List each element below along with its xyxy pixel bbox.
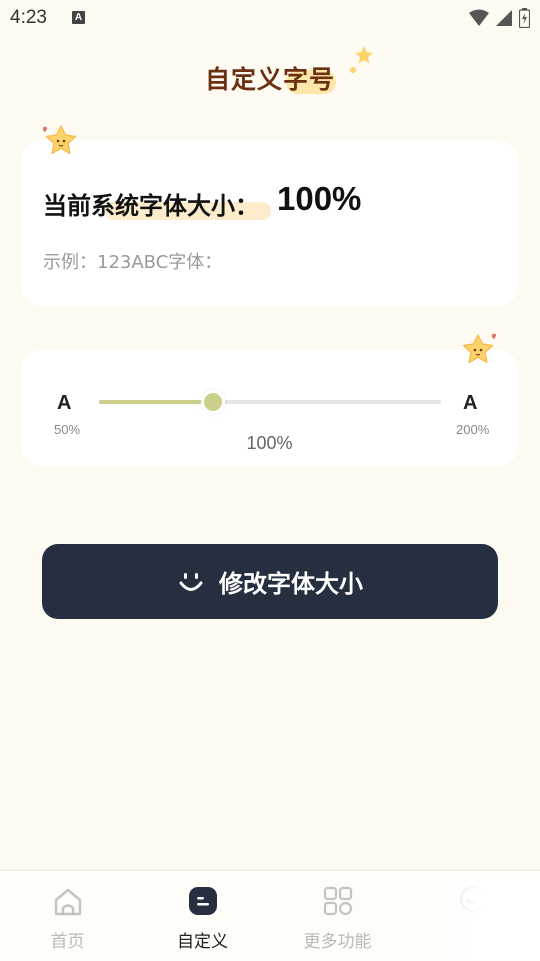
nav-label-more: 更多功能 [303,932,372,952]
slider-fill [99,400,213,404]
signal-icon [496,10,512,26]
small-font-icon: A [57,392,72,414]
grid-icon [323,886,352,916]
sample-text: 示例：123ABC字体： [43,252,223,273]
wifi-icon [469,9,489,26]
customize-icon [188,887,217,915]
change-font-size-label: 修改字体大小 [219,570,363,598]
battery-icon [519,8,530,28]
notification-icon: A [72,11,85,24]
smile-icon [179,572,203,591]
nav-label-customize: 自定义 [177,932,228,952]
nav-fade-overlay [398,880,540,960]
font-size-slider[interactable] [99,390,441,414]
large-font-icon: A [463,392,478,414]
slider-thumb[interactable] [201,390,225,414]
current-size-value: 100% [277,180,362,217]
page-title: 自定义字号 [204,65,335,94]
change-font-size-button[interactable]: 修改字体大小 [42,544,498,619]
nav-label-home: 首页 [50,932,85,952]
sparkle-star-icon [350,46,373,73]
star-mascot-icon [462,333,496,364]
nav-item-customize[interactable]: 自定义 [135,871,270,961]
current-size-label: 当前系统字体大小： [43,192,259,220]
current-size-card: 当前系统字体大小： 100% 示例：123ABC字体： [21,140,518,306]
font-size-slider-card: A 50% A 200% 100% [21,350,518,466]
nav-item-home[interactable]: 首页 [0,871,135,961]
home-icon [54,888,81,916]
status-icons [469,8,530,28]
status-time: 4:23 [10,7,47,28]
status-bar: 4:23 A [0,0,540,36]
nav-item-more[interactable]: 更多功能 [270,871,405,961]
star-mascot-icon [43,125,77,155]
slider-value-label: 100% [246,433,293,453]
